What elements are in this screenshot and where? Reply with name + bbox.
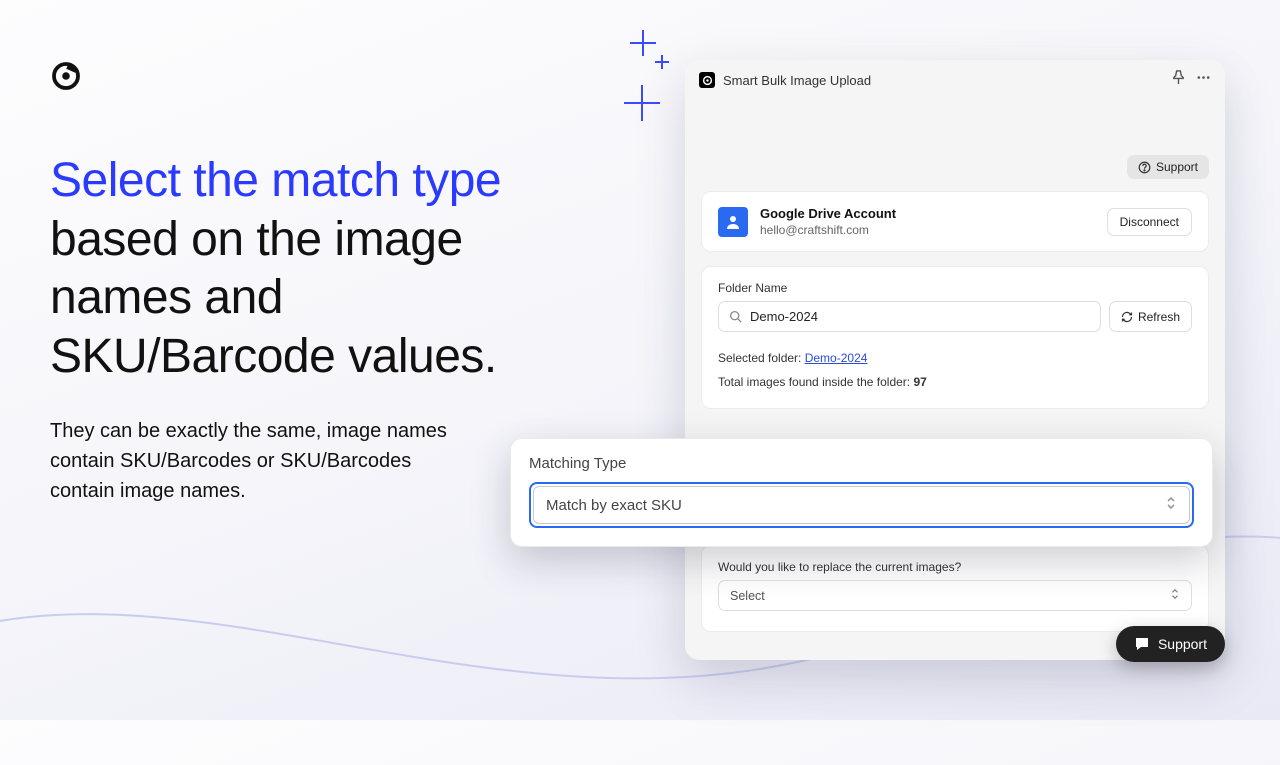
refresh-icon bbox=[1121, 311, 1133, 323]
replace-images-card: Would you like to replace the current im… bbox=[701, 545, 1209, 632]
replace-images-label: Would you like to replace the current im… bbox=[718, 560, 1192, 574]
chevron-updown-icon bbox=[1165, 496, 1177, 514]
panel-logo-icon bbox=[699, 72, 715, 88]
folder-input-field[interactable] bbox=[750, 309, 1090, 324]
account-email: hello@craftshift.com bbox=[760, 223, 1095, 237]
support-label: Support bbox=[1156, 160, 1198, 174]
refresh-label: Refresh bbox=[1138, 310, 1180, 324]
account-title: Google Drive Account bbox=[760, 206, 1095, 221]
headline-highlight: Select the match type bbox=[50, 154, 501, 207]
panel-title: Smart Bulk Image Upload bbox=[723, 73, 1163, 88]
folder-search-input[interactable] bbox=[718, 301, 1101, 332]
account-card: Google Drive Account hello@craftshift.co… bbox=[701, 191, 1209, 252]
floating-support-button[interactable]: Support bbox=[1116, 626, 1225, 662]
selected-folder-link[interactable]: Demo-2024 bbox=[805, 351, 868, 365]
matching-type-select[interactable]: Match by exact SKU bbox=[533, 486, 1190, 524]
floating-support-label: Support bbox=[1158, 636, 1207, 652]
help-icon bbox=[1138, 161, 1151, 174]
panel-header: Smart Bulk Image Upload bbox=[685, 60, 1225, 100]
matching-type-value: Match by exact SKU bbox=[546, 497, 682, 514]
refresh-button[interactable]: Refresh bbox=[1109, 301, 1192, 332]
folder-name-label: Folder Name bbox=[718, 281, 1192, 295]
page-subtext: They can be exactly the same, image name… bbox=[50, 416, 460, 506]
matching-type-select-wrapper: Match by exact SKU bbox=[529, 482, 1194, 528]
replace-images-select[interactable]: Select bbox=[718, 580, 1192, 611]
app-panel: Smart Bulk Image Upload Support Google D… bbox=[685, 60, 1225, 660]
chat-icon bbox=[1134, 636, 1150, 652]
search-icon bbox=[729, 310, 742, 323]
selected-folder-text: Selected folder: Demo-2024 bbox=[718, 346, 1192, 370]
total-images-text: Total images found inside the folder: 97 bbox=[718, 370, 1192, 394]
account-avatar-icon bbox=[718, 207, 748, 237]
total-images-count: 97 bbox=[913, 375, 926, 389]
folder-card: Folder Name Refresh Selected folder: Dem… bbox=[701, 266, 1209, 409]
replace-images-value: Select bbox=[730, 589, 765, 603]
support-button[interactable]: Support bbox=[1127, 155, 1209, 179]
chevron-updown-icon bbox=[1170, 588, 1180, 603]
page-headline: Select the match type based on the image… bbox=[50, 152, 520, 386]
headline-rest: based on the image names and SKU/Barcode… bbox=[50, 213, 497, 383]
disconnect-button[interactable]: Disconnect bbox=[1107, 208, 1192, 236]
matching-type-card: Matching Type Match by exact SKU bbox=[510, 438, 1213, 547]
brand-logo-icon bbox=[50, 60, 82, 92]
matching-type-label: Matching Type bbox=[529, 455, 1194, 472]
more-icon[interactable] bbox=[1196, 70, 1211, 90]
pin-icon[interactable] bbox=[1171, 70, 1186, 90]
